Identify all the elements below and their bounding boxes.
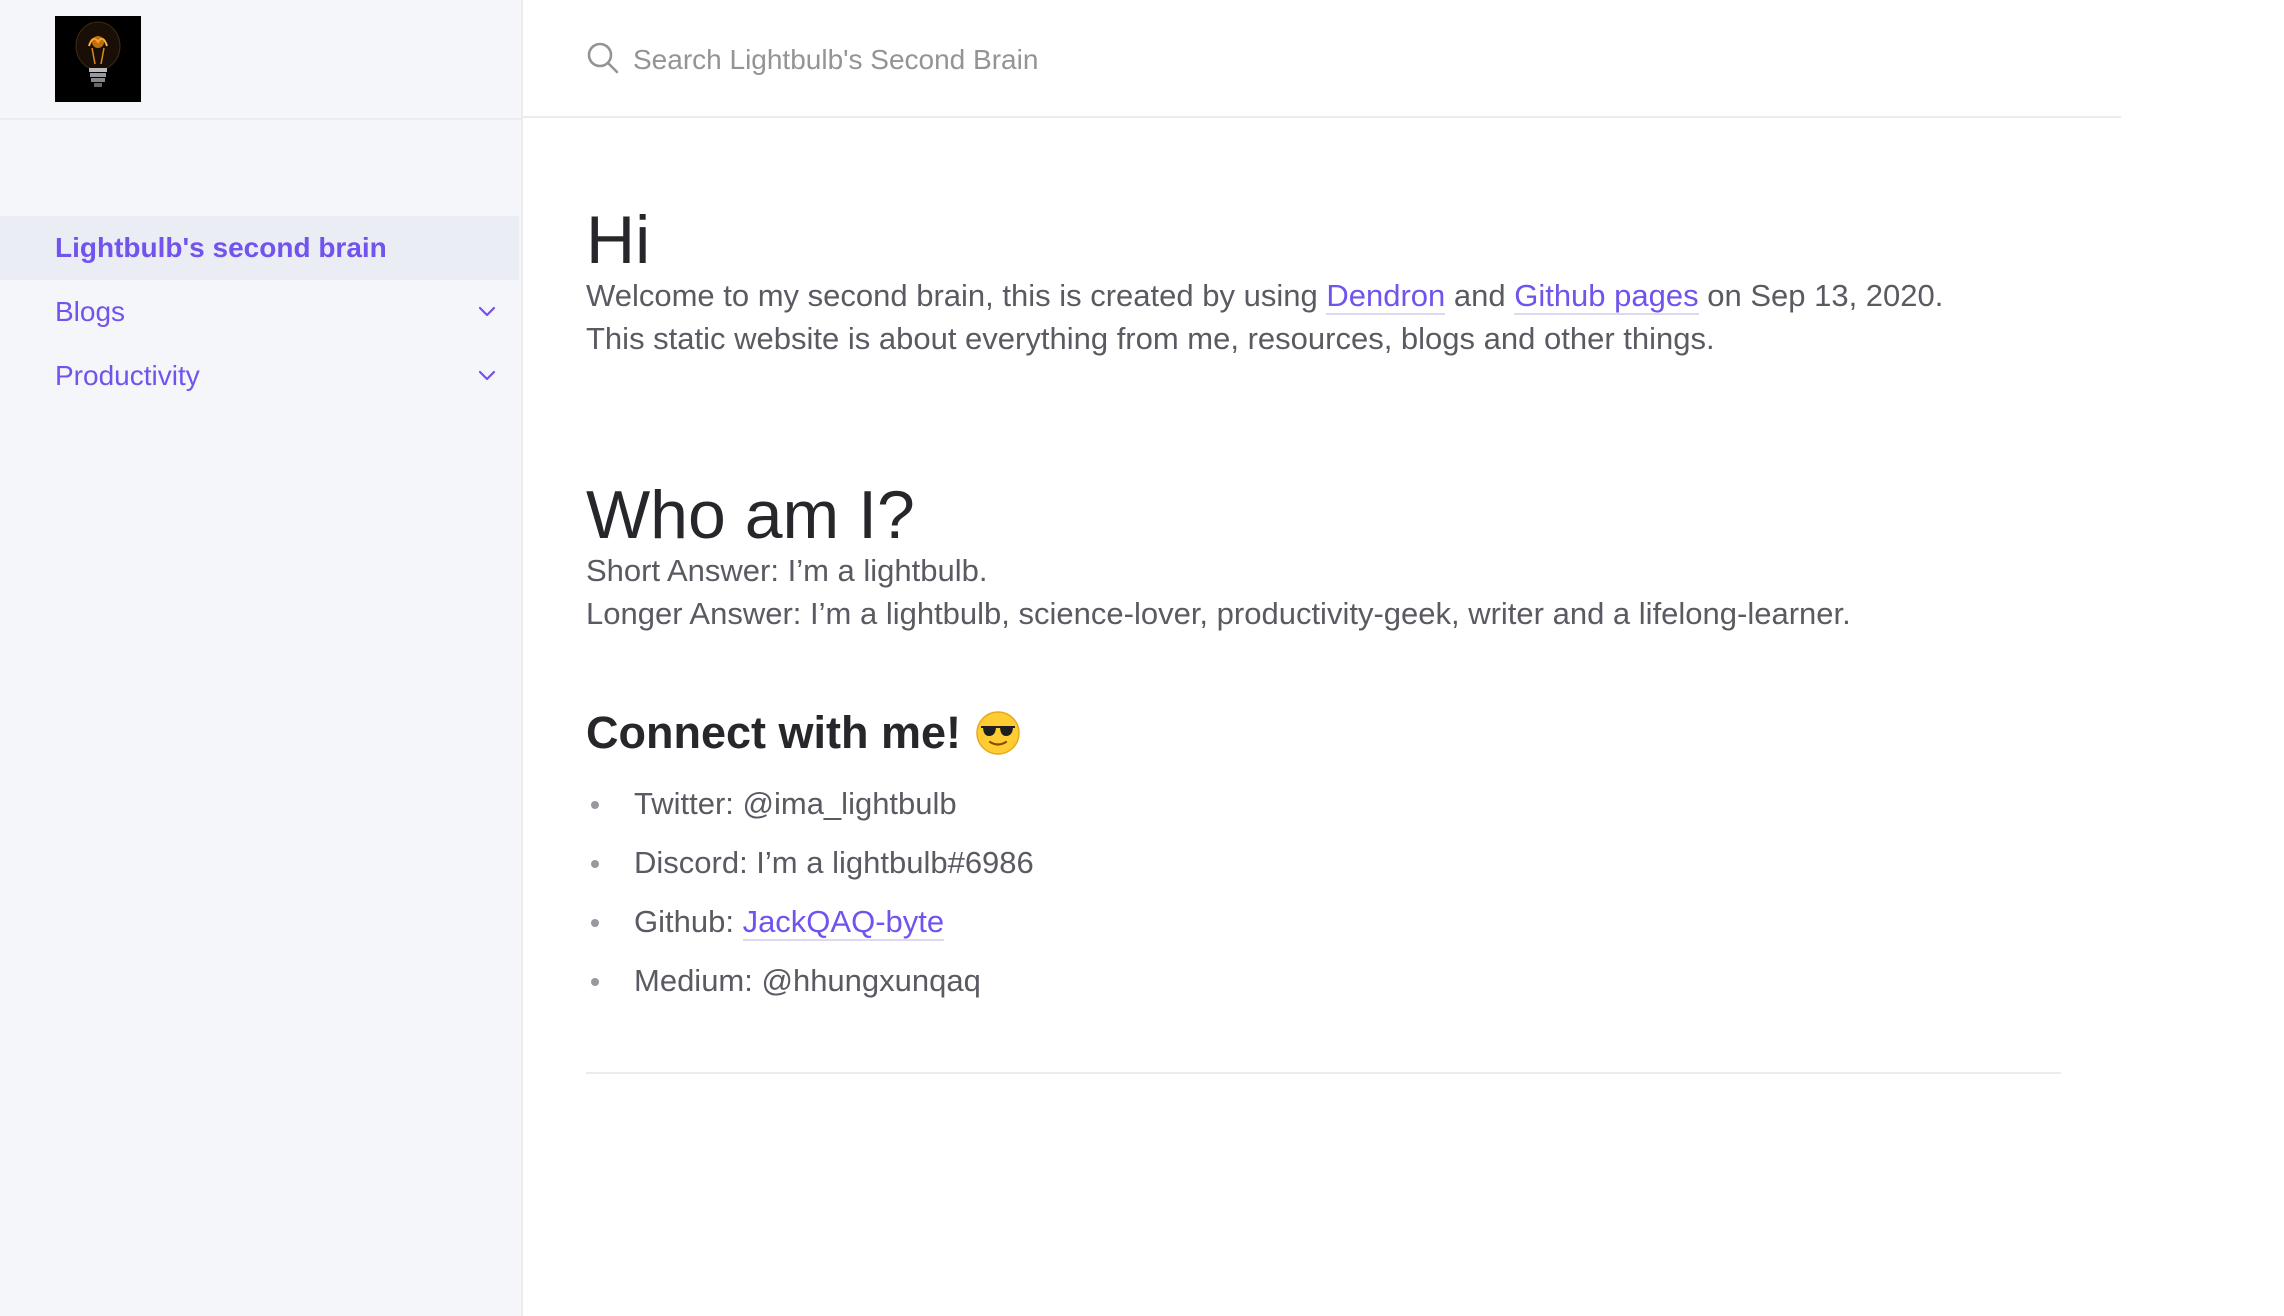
list-item: Medium: @hhungxunqaq (586, 951, 2061, 1010)
bullet-icon (591, 859, 599, 868)
sidebar-header (0, 0, 521, 120)
github-profile-link[interactable]: JackQAQ-byte (742, 903, 945, 941)
main-content-area: Hi Welcome to my second brain, this is c… (521, 0, 2121, 1316)
search-icon (587, 42, 619, 74)
github-pages-link[interactable]: Github pages (1514, 278, 1699, 315)
list-item: Discord: I’m a lightbulb#6986 (586, 833, 2061, 892)
contact-list: Twitter: @ima_lightbulb Discord: I’m a l… (586, 774, 2061, 1010)
page-title: Hi (586, 202, 651, 278)
bullet-icon (591, 800, 599, 809)
about-paragraph: This static website is about everything … (586, 321, 1715, 357)
sidebar: Lightbulb's second brain Blogs Productiv… (0, 0, 523, 1316)
contact-medium: Medium: @hhungxunqaq (634, 962, 981, 998)
intro-paragraph: Welcome to my second brain, this is crea… (586, 274, 2061, 317)
sidebar-item-label: Productivity (55, 360, 200, 391)
list-item: Github: JackQAQ-byte (586, 892, 2061, 951)
chevron-down-icon[interactable] (473, 298, 501, 326)
short-answer: Short Answer: I’m a lightbulb. (586, 552, 988, 588)
list-item: Twitter: @ima_lightbulb (586, 774, 2061, 833)
sunglasses-emoji-icon (976, 710, 1020, 755)
sidebar-item-productivity[interactable]: Productivity (0, 344, 519, 408)
intro-text: and (1445, 278, 1515, 313)
contact-github-prefix: Github: (634, 903, 743, 939)
article: Hi Welcome to my second brain, this is c… (586, 118, 2061, 1074)
sidebar-item-blogs[interactable]: Blogs (0, 280, 519, 344)
intro-text: on Sep 13, 2020. (1698, 278, 1944, 313)
lightbulb-icon[interactable] (55, 16, 141, 102)
search-input[interactable] (631, 32, 1535, 88)
who-am-i-heading: Who am I? (586, 476, 915, 553)
search-bar (521, 0, 2121, 118)
sidebar-item-label: Blogs (55, 296, 126, 327)
bullet-icon (591, 977, 599, 986)
dendron-link[interactable]: Dendron (1326, 278, 1446, 315)
chevron-down-icon[interactable] (473, 362, 501, 390)
connect-heading-text: Connect with me! (586, 707, 962, 759)
sidebar-item-home[interactable]: Lightbulb's second brain (0, 216, 519, 280)
intro-text: Welcome to my second brain, this is crea… (586, 278, 1327, 313)
contact-discord: Discord: I’m a lightbulb#6986 (634, 844, 1034, 880)
sidebar-item-label: Lightbulb's second brain (55, 232, 387, 263)
contact-twitter: Twitter: @ima_lightbulb (634, 785, 957, 821)
sidebar-nav: Lightbulb's second brain Blogs Productiv… (0, 216, 519, 408)
long-answer: Longer Answer: I’m a lightbulb, science-… (586, 596, 1851, 632)
bullet-icon (591, 918, 599, 927)
app-root: Lightbulb's second brain Blogs Productiv… (0, 0, 2284, 1316)
divider (586, 1071, 2061, 1074)
connect-heading: Connect with me! (586, 710, 2061, 756)
